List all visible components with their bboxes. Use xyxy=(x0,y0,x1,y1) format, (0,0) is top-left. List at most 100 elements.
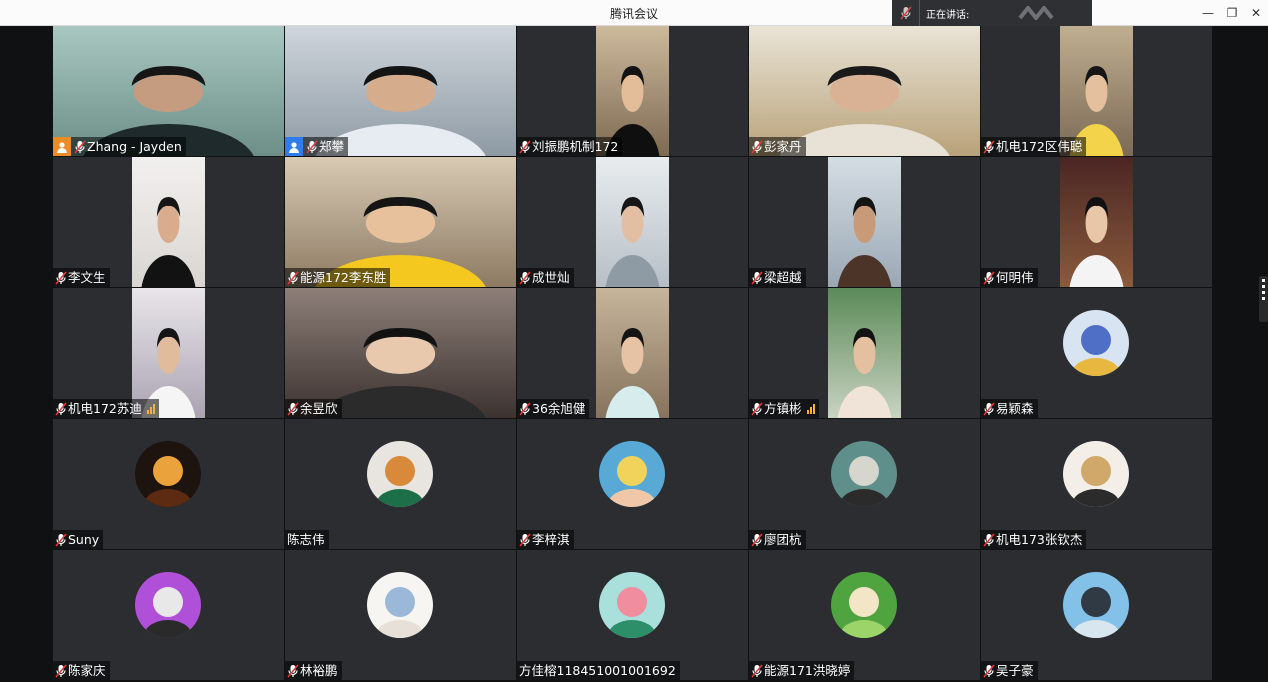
participant-name: 36余旭健 xyxy=(532,401,586,416)
participant-name: 方佳榕118451001001692 xyxy=(519,663,676,678)
muted-mic-icon xyxy=(287,271,300,285)
participant-tile[interactable]: 方镇彬 xyxy=(749,288,980,418)
participant-nametag: 李梓淇 xyxy=(517,530,574,549)
muted-mic-icon xyxy=(751,664,764,678)
participant-name: 机电173张钦杰 xyxy=(996,532,1083,547)
participant-avatar xyxy=(1063,310,1129,376)
participant-avatar xyxy=(367,441,433,507)
participant-tile[interactable]: 吴子豪 xyxy=(981,550,1212,680)
participant-tile[interactable]: 李文生 xyxy=(53,157,284,287)
participant-nametag: 易颖森 xyxy=(981,399,1038,418)
tencent-meeting-logo-icon xyxy=(1018,6,1054,20)
participant-tile[interactable]: 廖团杭 xyxy=(749,419,980,549)
participant-name: Zhang - Jayden xyxy=(87,139,182,154)
participant-tile[interactable]: 何明伟 xyxy=(981,157,1212,287)
participant-name: 陈志伟 xyxy=(287,532,325,547)
participant-tile[interactable]: Suny xyxy=(53,419,284,549)
participant-tile[interactable]: 余昱欣 xyxy=(285,288,516,418)
host-badge-icon xyxy=(285,137,303,156)
participant-name: Suny xyxy=(68,532,100,547)
participant-nametag: 吴子豪 xyxy=(981,661,1038,680)
muted-mic-icon xyxy=(751,402,764,416)
participant-tile[interactable]: 方佳榕118451001001692 xyxy=(517,550,748,680)
side-panel-handle[interactable] xyxy=(1259,276,1268,322)
restore-button[interactable]: ❐ xyxy=(1220,0,1244,26)
speaking-indicator: 正在讲话: xyxy=(892,0,1092,26)
muted-mic-icon xyxy=(983,533,996,547)
muted-mic-icon xyxy=(519,140,532,154)
participant-nametag: 机电172区伟聪 xyxy=(981,137,1087,156)
participant-avatar xyxy=(599,572,665,638)
participant-avatar xyxy=(831,441,897,507)
participant-nametag: 何明伟 xyxy=(981,268,1038,287)
participant-tile[interactable]: 36余旭健 xyxy=(517,288,748,418)
participant-tile[interactable]: 机电173张钦杰 xyxy=(981,419,1212,549)
muted-mic-icon xyxy=(287,664,300,678)
participant-nametag: 方镇彬 xyxy=(749,399,819,418)
participant-tile[interactable]: 刘振鹏机制172 xyxy=(517,26,748,156)
participant-name: 余昱欣 xyxy=(300,401,338,416)
participant-name: 刘振鹏机制172 xyxy=(532,139,619,154)
participant-nametag: 机电173张钦杰 xyxy=(981,530,1087,549)
participant-tile[interactable]: 陈志伟 xyxy=(285,419,516,549)
participant-nametag: Suny xyxy=(53,530,104,549)
participant-tile[interactable]: 能源172李东胜 xyxy=(285,157,516,287)
participant-tile[interactable]: 彭家丹 xyxy=(749,26,980,156)
participant-nametag: 彭家丹 xyxy=(749,137,806,156)
participant-name: 能源171洪晓婷 xyxy=(764,663,851,678)
participant-video xyxy=(596,288,669,418)
muted-mic-icon xyxy=(983,271,996,285)
participant-nametag: 陈志伟 xyxy=(285,530,329,549)
participant-nametag: 成世灿 xyxy=(517,268,574,287)
participant-nametag: 郑攀 xyxy=(285,137,349,156)
participant-nametag: 刘振鹏机制172 xyxy=(517,137,623,156)
participant-name: 李梓淇 xyxy=(532,532,570,547)
participant-tile[interactable]: 陈家庆 xyxy=(53,550,284,680)
muted-mic-icon xyxy=(519,402,532,416)
participant-name: 林裕鹏 xyxy=(300,663,338,678)
participant-nametag: 方佳榕118451001001692 xyxy=(517,661,680,680)
participant-tile[interactable]: 林裕鹏 xyxy=(285,550,516,680)
close-button[interactable]: ✕ xyxy=(1244,0,1268,26)
participant-video xyxy=(828,288,901,418)
participant-name: 机电172区伟聪 xyxy=(996,139,1083,154)
participant-nametag: 廖团杭 xyxy=(749,530,806,549)
participant-tile[interactable]: Zhang - Jayden xyxy=(53,26,284,156)
participant-video xyxy=(596,157,669,287)
participant-tile[interactable]: 成世灿 xyxy=(517,157,748,287)
participant-name: 何明伟 xyxy=(996,270,1034,285)
participant-name: 陈家庆 xyxy=(68,663,106,678)
muted-mic-icon xyxy=(55,402,68,416)
participant-name: 廖团杭 xyxy=(764,532,802,547)
participant-tile[interactable]: 机电172苏迪 xyxy=(53,288,284,418)
participant-nametag: 机电172苏迪 xyxy=(53,399,159,418)
participant-tile[interactable]: 能源171洪晓婷 xyxy=(749,550,980,680)
participant-tile[interactable]: 李梓淇 xyxy=(517,419,748,549)
participant-tile[interactable]: 机电172区伟聪 xyxy=(981,26,1212,156)
participant-nametag: Zhang - Jayden xyxy=(53,137,186,156)
participant-video xyxy=(828,157,901,287)
participant-avatar xyxy=(367,572,433,638)
participant-nametag: 能源171洪晓婷 xyxy=(749,661,855,680)
participant-tile[interactable]: 易颖森 xyxy=(981,288,1212,418)
muted-mic-icon xyxy=(55,533,68,547)
participant-nametag: 陈家庆 xyxy=(53,661,110,680)
muted-mic-icon xyxy=(751,271,764,285)
minimize-button[interactable]: — xyxy=(1196,0,1220,26)
muted-mic-icon xyxy=(983,664,996,678)
participant-nametag: 36余旭健 xyxy=(517,399,590,418)
participant-name: 成世灿 xyxy=(532,270,570,285)
participant-name: 能源172李东胜 xyxy=(300,270,387,285)
muted-mic-icon xyxy=(74,140,87,154)
participant-name: 李文生 xyxy=(68,270,106,285)
participant-tile[interactable]: 郑攀 xyxy=(285,26,516,156)
muted-mic-icon xyxy=(287,402,300,416)
participant-name: 吴子豪 xyxy=(996,663,1034,678)
muted-mic-icon xyxy=(55,271,68,285)
participant-tile[interactable]: 梁超越 xyxy=(749,157,980,287)
participant-name: 方镇彬 xyxy=(764,401,802,416)
participant-nametag: 李文生 xyxy=(53,268,110,287)
participant-nametag: 梁超越 xyxy=(749,268,806,287)
network-signal-icon xyxy=(146,403,155,414)
participant-name: 郑攀 xyxy=(319,139,345,154)
